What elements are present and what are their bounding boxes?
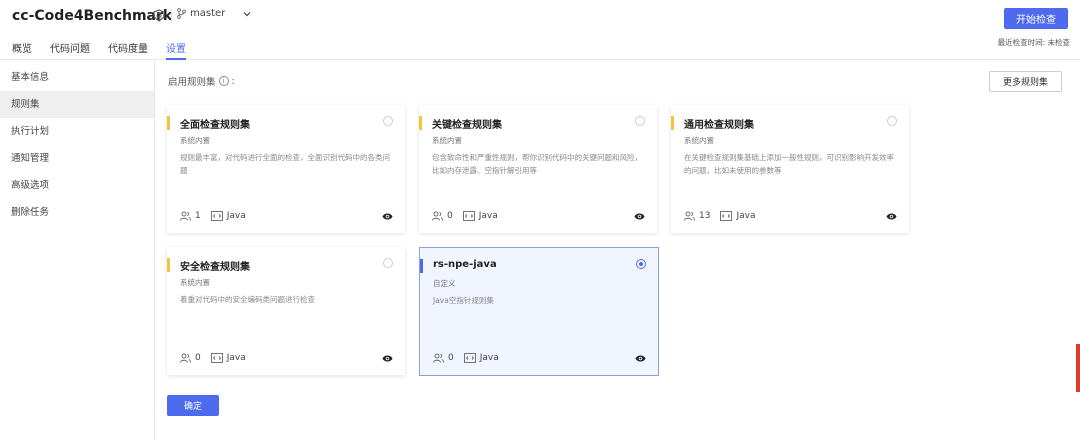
sidebar-item-delete-task[interactable]: 删除任务	[0, 199, 154, 226]
card-title: 通用检查规则集	[684, 120, 754, 131]
sidebar: 基本信息 规则集 执行计划 通知管理 高级选项 删除任务	[0, 61, 155, 440]
start-check-button[interactable]: 开始检查	[1004, 8, 1068, 29]
code-icon	[463, 353, 476, 363]
card-accent-bar	[167, 116, 170, 130]
code-icon	[210, 353, 223, 363]
ruleset-card-critical[interactable]: 关键检查规则集 系统内置 包含致命性和严重性规则，帮你识别代码中的关键问题和风险…	[419, 105, 657, 233]
top-bar: cc-Code4Benchmark master 开始检查 最近检查时间: 未检…	[0, 0, 1080, 60]
tab-code-metrics[interactable]: 代码度量	[108, 40, 148, 60]
card-footer: 13 Java	[684, 211, 755, 221]
sidebar-item-schedule[interactable]: 执行计划	[0, 118, 154, 145]
card-language: Java	[736, 211, 756, 221]
tab-overview[interactable]: 概览	[12, 40, 32, 60]
eye-icon[interactable]	[886, 212, 897, 221]
tab-code-issues[interactable]: 代码问题	[50, 40, 90, 60]
card-language: Java	[226, 353, 246, 363]
card-user-count: 0	[447, 211, 453, 221]
sidebar-item-advanced[interactable]: 高级选项	[0, 172, 154, 199]
ruleset-card-comprehensive[interactable]: 全面检查规则集 系统内置 规则最丰富，对代码进行全面的检查，全面识别代码中的各类…	[167, 105, 405, 233]
card-footer: 0 Java	[433, 353, 499, 363]
section-label-text: 启用规则集	[168, 77, 216, 88]
users-icon	[433, 353, 444, 363]
card-subtitle: 系统内置	[180, 278, 210, 287]
repo-name: cc-Code4Benchmark	[12, 8, 173, 24]
eye-icon[interactable]	[634, 212, 645, 221]
tab-bar: 概览 代码问题 代码度量 设置	[12, 40, 186, 60]
card-radio[interactable]	[636, 259, 646, 269]
users-icon	[180, 211, 191, 221]
divider	[171, 9, 172, 23]
sidebar-item-rulesets[interactable]: 规则集	[0, 91, 154, 118]
card-accent-bar	[671, 116, 674, 130]
ruleset-card-security[interactable]: 安全检查规则集 系统内置 着重对代码中的安全编码类问题进行检查 0 Java	[167, 247, 405, 375]
code-icon	[210, 211, 223, 221]
card-language: Java	[479, 353, 499, 363]
last-check-time: 最近检查时间: 未检查	[997, 38, 1070, 47]
card-radio[interactable]	[383, 258, 393, 268]
card-accent-bar	[167, 258, 170, 272]
ruleset-card-custom[interactable]: rs-npe-java 自定义 Java空指针规则集 0 Java	[419, 247, 659, 376]
card-accent-bar	[420, 259, 423, 273]
users-icon	[432, 211, 443, 221]
card-footer: 0 Java	[180, 353, 246, 363]
card-language: Java	[478, 211, 498, 221]
card-description: 着重对代码中的安全编码类问题进行检查	[180, 295, 315, 304]
card-description: 包含致命性和严重性规则，帮你识别代码中的关键问题和风险，比如内存泄露、空指针解引…	[432, 153, 642, 175]
side-widget-tab[interactable]	[1076, 344, 1080, 392]
code-icon	[720, 211, 733, 221]
eye-icon[interactable]	[382, 212, 393, 221]
card-language: Java	[226, 211, 246, 221]
card-radio[interactable]	[383, 116, 393, 126]
card-title: rs-npe-java	[433, 259, 497, 270]
ruleset-card-general[interactable]: 通用检查规则集 系统内置 在关键检查规则集基础上添加一般性规则，可识别影响开发效…	[671, 105, 909, 233]
card-footer: 0 Java	[432, 211, 498, 221]
sidebar-item-notifications[interactable]: 通知管理	[0, 145, 154, 172]
card-subtitle: 系统内置	[432, 136, 462, 145]
card-description: Java空指针规则集	[433, 296, 494, 305]
card-footer: 1 Java	[180, 211, 246, 221]
card-subtitle: 自定义	[433, 279, 456, 288]
card-user-count: 13	[699, 211, 711, 221]
card-radio[interactable]	[635, 116, 645, 126]
card-accent-bar	[419, 116, 422, 130]
card-description: 规则最丰富，对代码进行全面的检查，全面识别代码中的各类问题	[180, 153, 390, 175]
tab-settings[interactable]: 设置	[166, 40, 186, 60]
code-icon	[462, 211, 475, 221]
card-subtitle: 系统内置	[180, 136, 210, 145]
sidebar-item-basic-info[interactable]: 基本信息	[0, 64, 154, 91]
repo-icon[interactable]	[153, 9, 165, 22]
more-rulesets-button[interactable]: 更多规则集	[989, 71, 1062, 92]
branch-icon	[177, 8, 186, 19]
card-title: 全面检查规则集	[180, 120, 250, 131]
eye-icon[interactable]	[382, 354, 393, 363]
eye-icon[interactable]	[635, 354, 646, 363]
card-user-count: 0	[448, 353, 454, 363]
card-user-count: 1	[195, 211, 201, 221]
card-title: 关键检查规则集	[432, 120, 502, 131]
card-description: 在关键检查规则集基础上添加一般性规则，可识别影响开发效率的问题，比如未使用的参数…	[684, 153, 894, 175]
branch-name: master	[190, 8, 226, 19]
info-icon[interactable]: i	[218, 76, 229, 86]
users-icon	[180, 353, 191, 363]
confirm-button[interactable]: 确定	[167, 395, 219, 416]
branch-selector[interactable]: master	[177, 8, 251, 19]
chevron-down-icon	[243, 11, 251, 16]
users-icon	[684, 211, 695, 221]
section-label: 启用规则集 i :	[168, 75, 235, 89]
card-user-count: 0	[195, 353, 201, 363]
card-subtitle: 系统内置	[684, 136, 714, 145]
card-title: 安全检查规则集	[180, 262, 250, 273]
card-radio[interactable]	[887, 116, 897, 126]
